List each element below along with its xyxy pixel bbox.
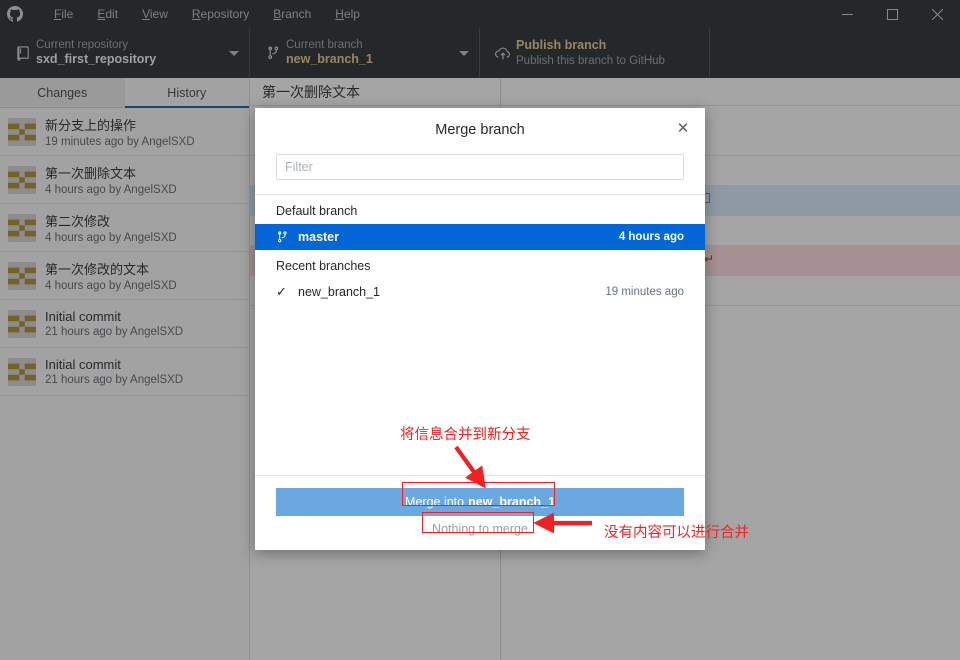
branch-filter-input[interactable] [276, 154, 684, 180]
section-heading-default: Default branch [276, 204, 358, 218]
close-icon[interactable]: ✕ [673, 118, 693, 138]
annotation-merge-target-note: 将信息合并到新分支 [400, 427, 531, 443]
branch-icon [276, 230, 298, 244]
branch-name-label: new_branch_1 [298, 285, 381, 299]
section-heading-recent: Recent branches [276, 259, 371, 273]
branch-time-label: 4 hours ago [618, 231, 684, 243]
annotation-nothing-to-merge-note: 没有内容可以进行合并 [604, 525, 749, 541]
github-desktop-window: File Edit View Repository Branch Help Cu… [0, 0, 960, 660]
branch-item-master[interactable]: master 4 hours ago [255, 224, 705, 250]
dialog-title: Merge branch [435, 122, 525, 138]
annotation-box-nothing-to-merge [422, 512, 534, 533]
branch-name-label: master [298, 230, 339, 244]
branch-item-new-branch-1[interactable]: ✓ new_branch_1 19 minutes ago [255, 279, 705, 305]
branch-time-label: 19 minutes ago [605, 286, 684, 298]
dialog-header: Merge branch ✕ [255, 108, 705, 148]
check-icon: ✓ [276, 284, 287, 299]
annotation-box-merge-button [402, 482, 555, 506]
dialog-filter-area [255, 148, 705, 195]
